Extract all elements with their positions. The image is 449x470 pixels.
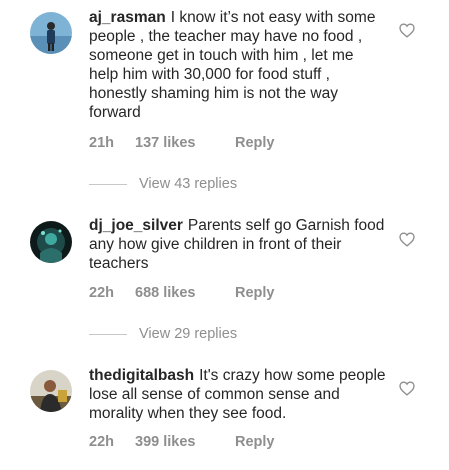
heart-icon[interactable] — [399, 232, 415, 247]
avatar[interactable] — [30, 370, 72, 412]
reply-button[interactable]: Reply — [235, 434, 275, 450]
comment-time: 22h — [89, 285, 114, 301]
replies-divider — [89, 183, 127, 185]
avatar[interactable] — [30, 12, 72, 54]
comment-meta: 21h 137 likes Reply — [89, 135, 275, 151]
avatar-person-icon — [30, 12, 72, 54]
comment-likes[interactable]: 137 likes — [135, 135, 235, 151]
heart-icon[interactable] — [399, 23, 415, 38]
comment-username[interactable]: aj_rasman — [89, 9, 166, 26]
view-replies-label: View 29 replies — [139, 326, 238, 342]
avatar-dj-icon — [30, 221, 72, 263]
comment-text: thedigitalbash It's crazy how some people… — [89, 366, 387, 423]
reply-button[interactable]: Reply — [235, 135, 275, 151]
comment-meta: 22h 688 likes Reply — [89, 285, 275, 301]
comment-text: dj_joe_silver Parents self go Garnish foo… — [89, 216, 387, 273]
view-replies-button[interactable]: View 43 replies — [89, 176, 237, 192]
reply-button[interactable]: Reply — [235, 285, 275, 301]
comment-time: 21h — [89, 135, 114, 151]
comment-likes[interactable]: 399 likes — [135, 434, 235, 450]
comment-likes[interactable]: 688 likes — [135, 285, 235, 301]
comment-username[interactable]: thedigitalbash — [89, 367, 194, 384]
avatar-photo-icon — [30, 370, 72, 412]
comment-username[interactable]: dj_joe_silver — [89, 217, 183, 234]
comment-time: 22h — [89, 434, 114, 450]
view-replies-button[interactable]: View 29 replies — [89, 326, 237, 342]
comment-text: aj_rasman I know it’s not easy with some … — [89, 8, 387, 122]
replies-divider — [89, 333, 127, 335]
avatar[interactable] — [30, 221, 72, 263]
heart-icon[interactable] — [399, 381, 415, 396]
comment-meta: 22h 399 likes Reply — [89, 434, 275, 450]
view-replies-label: View 43 replies — [139, 176, 238, 192]
